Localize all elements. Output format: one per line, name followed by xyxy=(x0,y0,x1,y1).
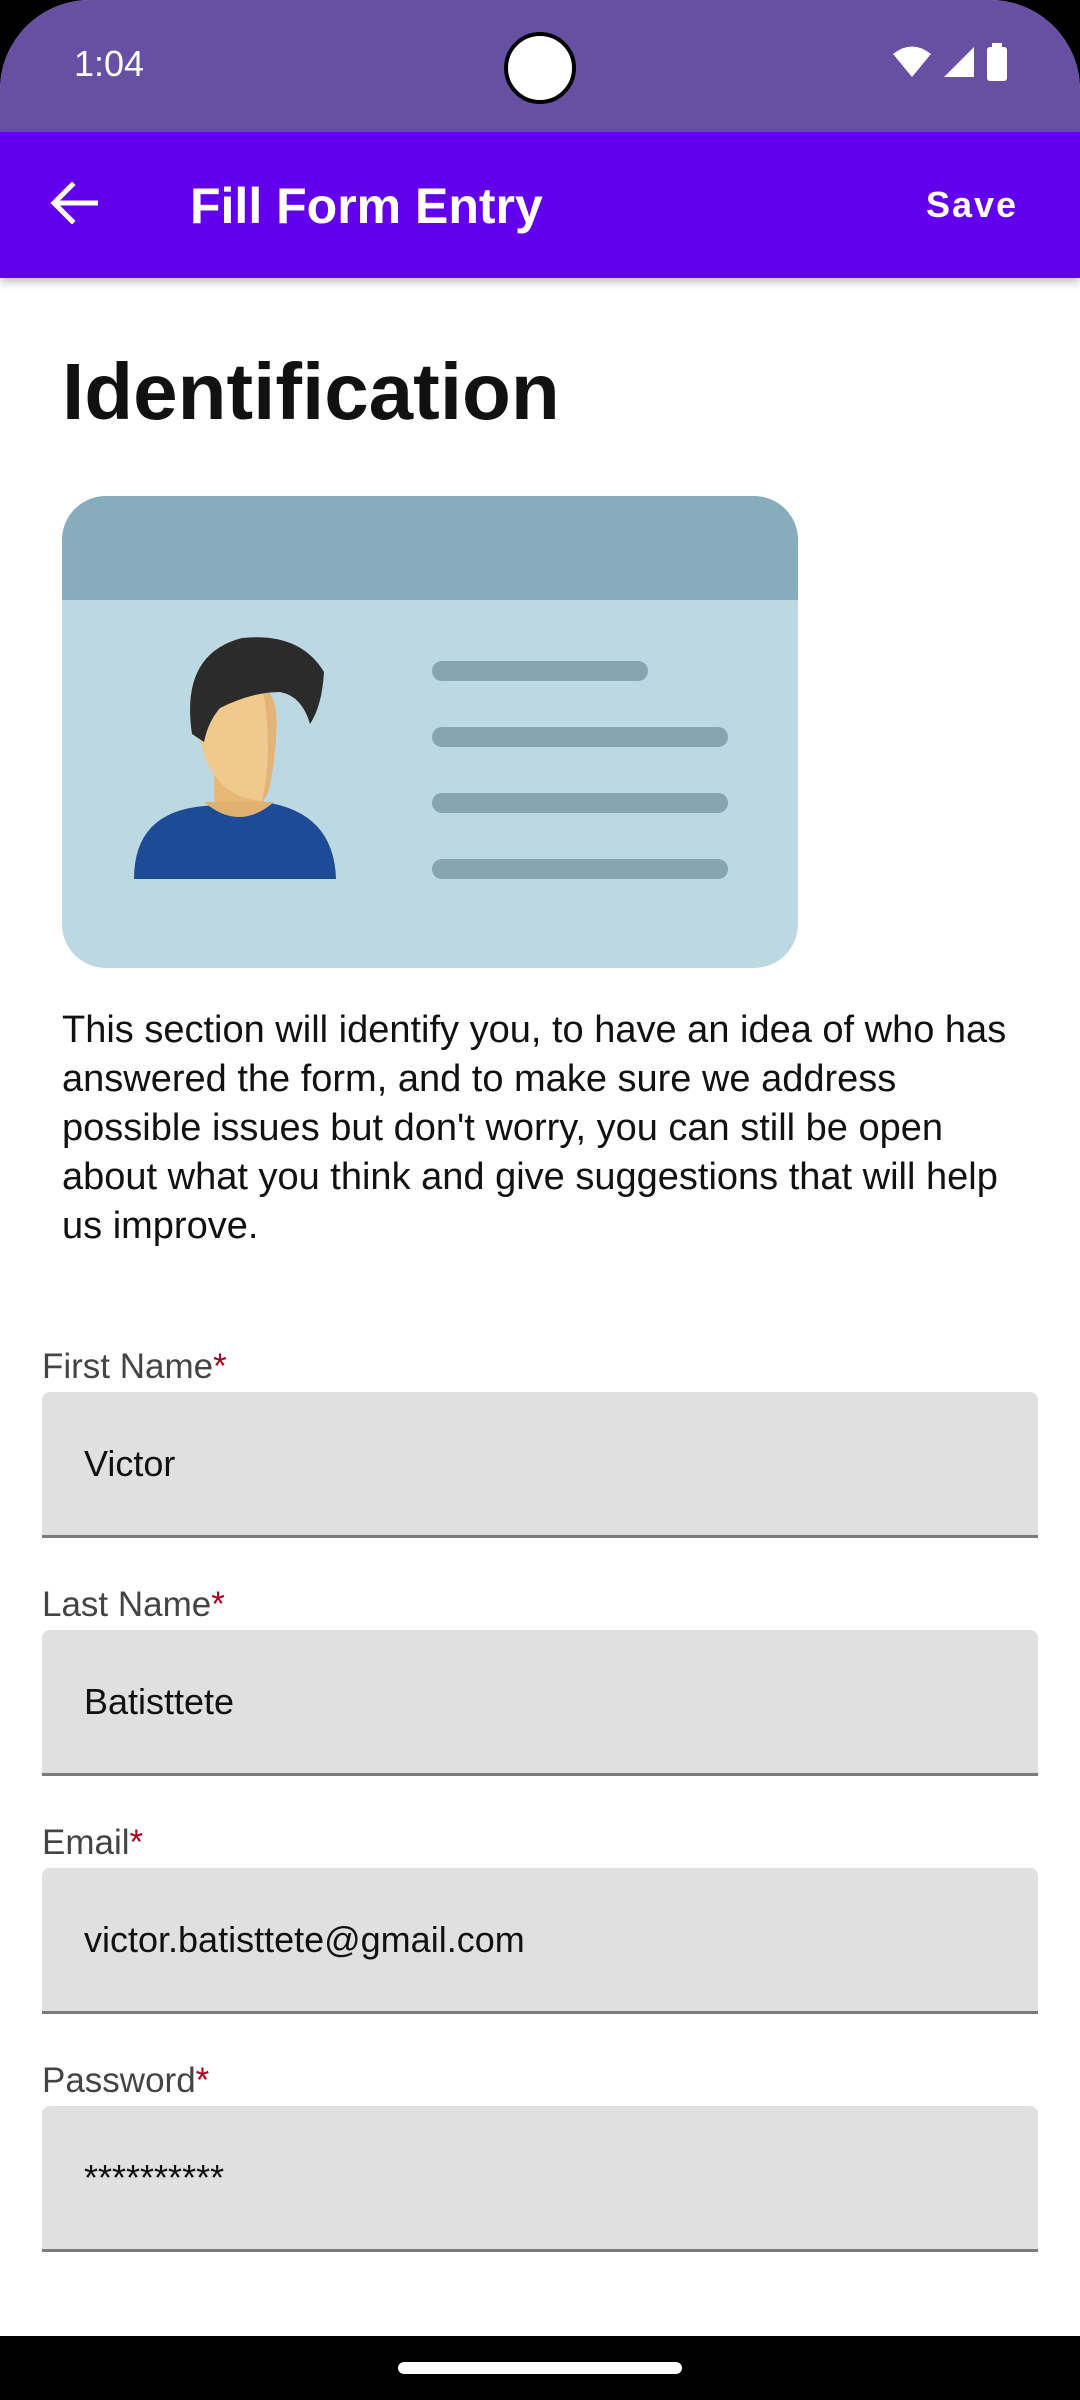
required-asterisk: * xyxy=(129,1823,144,1862)
password-field: Password* ********** xyxy=(42,2060,1038,2252)
required-asterisk: * xyxy=(195,2061,210,2100)
password-input[interactable]: ********** xyxy=(42,2106,1038,2252)
back-button[interactable] xyxy=(36,169,112,241)
home-indicator[interactable] xyxy=(398,2362,682,2374)
screen: 1:04 Fill Form Entry Save Identification… xyxy=(0,0,1080,2400)
cellular-signal-icon xyxy=(942,45,976,84)
section-description: This section will identify you, to have … xyxy=(62,1009,1007,1247)
section-title: Identification xyxy=(62,347,560,436)
last-name-field: Last Name* Batisttete xyxy=(42,1584,1038,1776)
id-card-graphic xyxy=(134,637,728,879)
app-bar: Fill Form Entry Save xyxy=(0,132,1080,278)
status-time: 1:04 xyxy=(74,43,145,84)
navigation-bar xyxy=(0,2336,1080,2400)
first-name-field: First Name* Victor xyxy=(42,1346,1038,1538)
required-asterisk: * xyxy=(211,1585,225,1624)
page-title: Fill Form Entry xyxy=(190,178,543,234)
field-label: Password* xyxy=(42,2061,210,2100)
form-content: Identification This section will identif… xyxy=(0,278,1080,2336)
last-name-input[interactable]: Batisttete xyxy=(42,1630,1038,1776)
first-name-input[interactable]: Victor xyxy=(42,1392,1038,1538)
save-button[interactable]: Save xyxy=(888,160,1056,250)
wifi-icon xyxy=(892,45,932,84)
field-label: Last Name* xyxy=(42,1585,225,1624)
email-input[interactable]: victor.batisttete@gmail.com xyxy=(42,1868,1038,2014)
field-label: Email* xyxy=(42,1823,144,1862)
field-label: First Name* xyxy=(42,1347,227,1386)
camera-cutout xyxy=(504,32,576,104)
status-icons xyxy=(892,42,1008,86)
email-field: Email* victor.batisttete@gmail.com xyxy=(42,1822,1038,2014)
back-arrow-icon xyxy=(50,180,99,229)
required-asterisk: * xyxy=(213,1347,227,1386)
battery-icon xyxy=(986,42,1008,86)
id-card-illustration xyxy=(62,496,798,968)
status-bar: 1:04 xyxy=(0,0,1080,132)
